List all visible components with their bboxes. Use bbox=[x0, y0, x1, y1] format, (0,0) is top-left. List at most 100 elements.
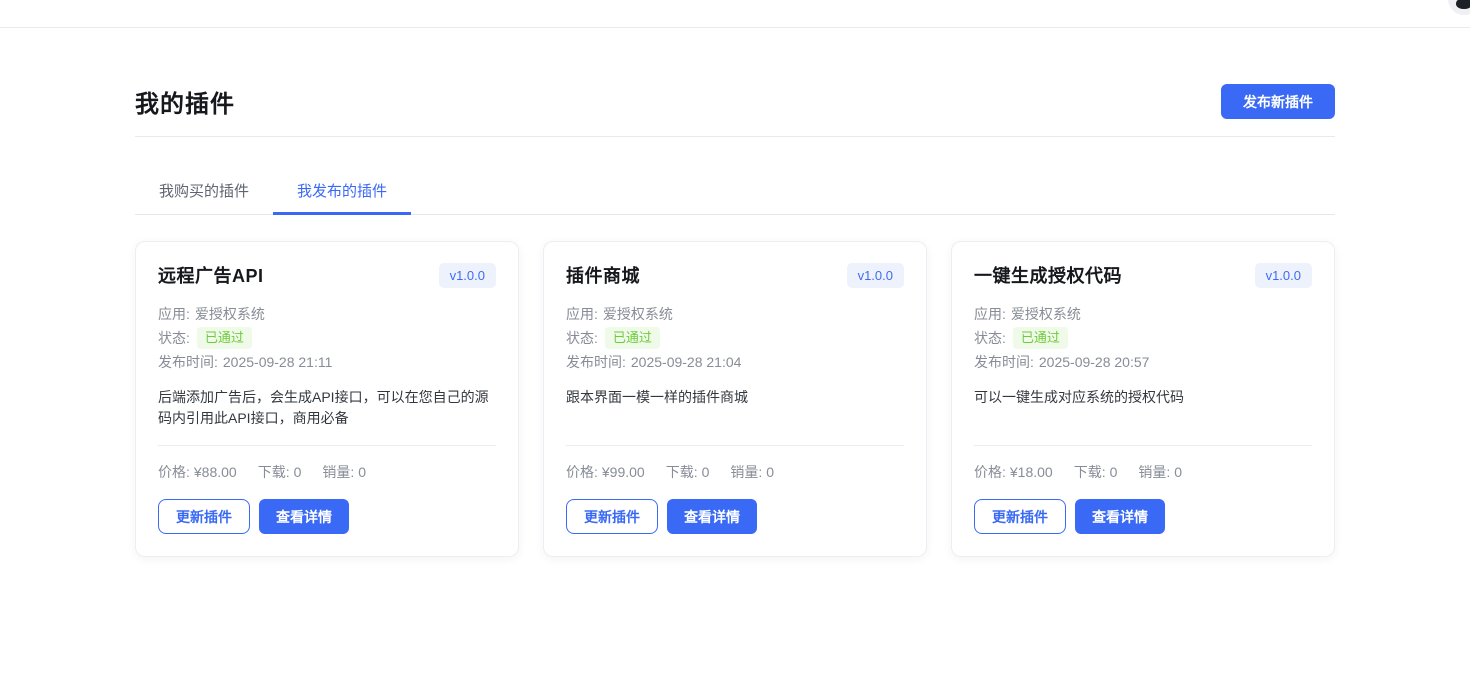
plugin-card: 一键生成授权代码 v1.0.0 应用: 爱授权系统 状态: 已通过 发布时间: … bbox=[951, 241, 1335, 557]
publish-time-label: 发布时间: bbox=[158, 350, 218, 374]
status-label: 状态: bbox=[974, 326, 1006, 350]
stat-price: 价格:¥88.00 bbox=[158, 462, 237, 482]
publish-time-label: 发布时间: bbox=[566, 350, 626, 374]
status-label: 状态: bbox=[158, 326, 190, 350]
plugin-meta: 应用: 爱授权系统 状态: 已通过 发布时间: 2025-09-28 20:57 bbox=[974, 302, 1312, 374]
view-details-button[interactable]: 查看详情 bbox=[1075, 499, 1165, 534]
plugin-card: 插件商城 v1.0.0 应用: 爱授权系统 状态: 已通过 发布时间: 2025… bbox=[543, 241, 927, 557]
card-header: 远程广告API v1.0.0 bbox=[158, 262, 496, 288]
plugin-stats: 价格:¥18.00 下载:0 销量:0 bbox=[974, 462, 1312, 482]
downloads-label: 下载: bbox=[666, 464, 698, 480]
sales-label: 销量: bbox=[730, 464, 762, 480]
app-label: 应用: bbox=[158, 302, 190, 326]
app-value: 爱授权系统 bbox=[195, 302, 265, 326]
stat-price: 价格:¥18.00 bbox=[974, 462, 1053, 482]
price-label: 价格: bbox=[974, 464, 1006, 480]
app-label: 应用: bbox=[566, 302, 598, 326]
downloads-label: 下载: bbox=[1074, 464, 1106, 480]
publish-time-value: 2025-09-28 21:04 bbox=[631, 350, 742, 374]
plugin-title: 一键生成授权代码 bbox=[974, 262, 1122, 288]
app-value: 爱授权系统 bbox=[1011, 302, 1081, 326]
meta-app: 应用: 爱授权系统 bbox=[158, 302, 496, 326]
status-badge: 已通过 bbox=[605, 327, 660, 349]
price-value: ¥88.00 bbox=[194, 464, 237, 480]
app-label: 应用: bbox=[974, 302, 1006, 326]
title-divider bbox=[135, 136, 1335, 137]
plugin-card-grid: 远程广告API v1.0.0 应用: 爱授权系统 状态: 已通过 发布时间: 2… bbox=[135, 241, 1335, 637]
plugin-meta: 应用: 爱授权系统 状态: 已通过 发布时间: 2025-09-28 21:04 bbox=[566, 302, 904, 374]
version-badge: v1.0.0 bbox=[439, 263, 496, 288]
avatar-container bbox=[1434, 0, 1470, 28]
plugin-description: 后端添加广告后，会生成API接口，可以在您自己的源码内引用此API接口，商用必备 bbox=[158, 387, 496, 431]
downloads-label: 下载: bbox=[258, 464, 290, 480]
card-actions: 更新插件 查看详情 bbox=[566, 499, 904, 534]
card-header: 插件商城 v1.0.0 bbox=[566, 262, 904, 288]
user-avatar-icon[interactable] bbox=[1448, 0, 1470, 15]
meta-app: 应用: 爱授权系统 bbox=[566, 302, 904, 326]
plugin-stats: 价格:¥88.00 下载:0 销量:0 bbox=[158, 462, 496, 482]
price-label: 价格: bbox=[158, 464, 190, 480]
stat-downloads: 下载:0 bbox=[258, 462, 302, 482]
plugin-description: 跟本界面一模一样的插件商城 bbox=[566, 387, 904, 431]
version-badge: v1.0.0 bbox=[847, 263, 904, 288]
downloads-value: 0 bbox=[1110, 464, 1118, 480]
card-divider bbox=[974, 445, 1312, 446]
plugin-stats: 价格:¥99.00 下载:0 销量:0 bbox=[566, 462, 904, 482]
sales-label: 销量: bbox=[1138, 464, 1170, 480]
plugin-card: 远程广告API v1.0.0 应用: 爱授权系统 状态: 已通过 发布时间: 2… bbox=[135, 241, 519, 557]
card-divider bbox=[566, 445, 904, 446]
meta-status: 状态: 已通过 bbox=[158, 326, 496, 350]
status-badge: 已通过 bbox=[1013, 327, 1068, 349]
meta-status: 状态: 已通过 bbox=[566, 326, 904, 350]
downloads-value: 0 bbox=[702, 464, 710, 480]
card-actions: 更新插件 查看详情 bbox=[158, 499, 496, 534]
version-badge: v1.0.0 bbox=[1255, 263, 1312, 288]
stat-downloads: 下载:0 bbox=[1074, 462, 1118, 482]
publish-time-value: 2025-09-28 21:11 bbox=[223, 350, 333, 374]
price-label: 价格: bbox=[566, 464, 598, 480]
sales-value: 0 bbox=[358, 464, 366, 480]
main-content: 我的插件 发布新插件 我购买的插件 我发布的插件 远程广告API v1.0.0 … bbox=[135, 84, 1335, 637]
price-value: ¥99.00 bbox=[602, 464, 645, 480]
stat-sales: 销量:0 bbox=[1138, 462, 1182, 482]
tabs-bar: 我购买的插件 我发布的插件 bbox=[135, 167, 1335, 215]
plugin-title: 远程广告API bbox=[158, 262, 264, 288]
page-title: 我的插件 bbox=[135, 84, 235, 119]
page-header: 我的插件 发布新插件 bbox=[135, 84, 1335, 119]
publish-new-plugin-button[interactable]: 发布新插件 bbox=[1221, 84, 1335, 119]
status-label: 状态: bbox=[566, 326, 598, 350]
plugin-title: 插件商城 bbox=[566, 262, 640, 288]
status-badge: 已通过 bbox=[197, 327, 252, 349]
publish-time-label: 发布时间: bbox=[974, 350, 1034, 374]
update-plugin-button[interactable]: 更新插件 bbox=[566, 499, 658, 534]
stat-sales: 销量:0 bbox=[730, 462, 774, 482]
app-value: 爱授权系统 bbox=[603, 302, 673, 326]
card-divider bbox=[158, 445, 496, 446]
meta-publish-time: 发布时间: 2025-09-28 21:11 bbox=[158, 350, 496, 374]
update-plugin-button[interactable]: 更新插件 bbox=[974, 499, 1066, 534]
plugin-description: 可以一键生成对应系统的授权代码 bbox=[974, 387, 1312, 431]
card-actions: 更新插件 查看详情 bbox=[974, 499, 1312, 534]
sales-value: 0 bbox=[766, 464, 774, 480]
publish-time-value: 2025-09-28 20:57 bbox=[1039, 350, 1150, 374]
price-value: ¥18.00 bbox=[1010, 464, 1053, 480]
view-details-button[interactable]: 查看详情 bbox=[667, 499, 757, 534]
card-header: 一键生成授权代码 v1.0.0 bbox=[974, 262, 1312, 288]
meta-publish-time: 发布时间: 2025-09-28 20:57 bbox=[974, 350, 1312, 374]
meta-app: 应用: 爱授权系统 bbox=[974, 302, 1312, 326]
plugin-meta: 应用: 爱授权系统 状态: 已通过 发布时间: 2025-09-28 21:11 bbox=[158, 302, 496, 374]
downloads-value: 0 bbox=[294, 464, 302, 480]
stat-price: 价格:¥99.00 bbox=[566, 462, 645, 482]
tab-published-plugins[interactable]: 我发布的插件 bbox=[273, 167, 411, 215]
meta-status: 状态: 已通过 bbox=[974, 326, 1312, 350]
view-details-button[interactable]: 查看详情 bbox=[259, 499, 349, 534]
update-plugin-button[interactable]: 更新插件 bbox=[158, 499, 250, 534]
meta-publish-time: 发布时间: 2025-09-28 21:04 bbox=[566, 350, 904, 374]
sales-label: 销量: bbox=[322, 464, 354, 480]
tab-purchased-plugins[interactable]: 我购买的插件 bbox=[135, 167, 273, 214]
avatar-head-shape bbox=[1456, 0, 1470, 9]
stat-sales: 销量:0 bbox=[322, 462, 366, 482]
sales-value: 0 bbox=[1174, 464, 1182, 480]
top-bar bbox=[0, 0, 1470, 28]
stat-downloads: 下载:0 bbox=[666, 462, 710, 482]
